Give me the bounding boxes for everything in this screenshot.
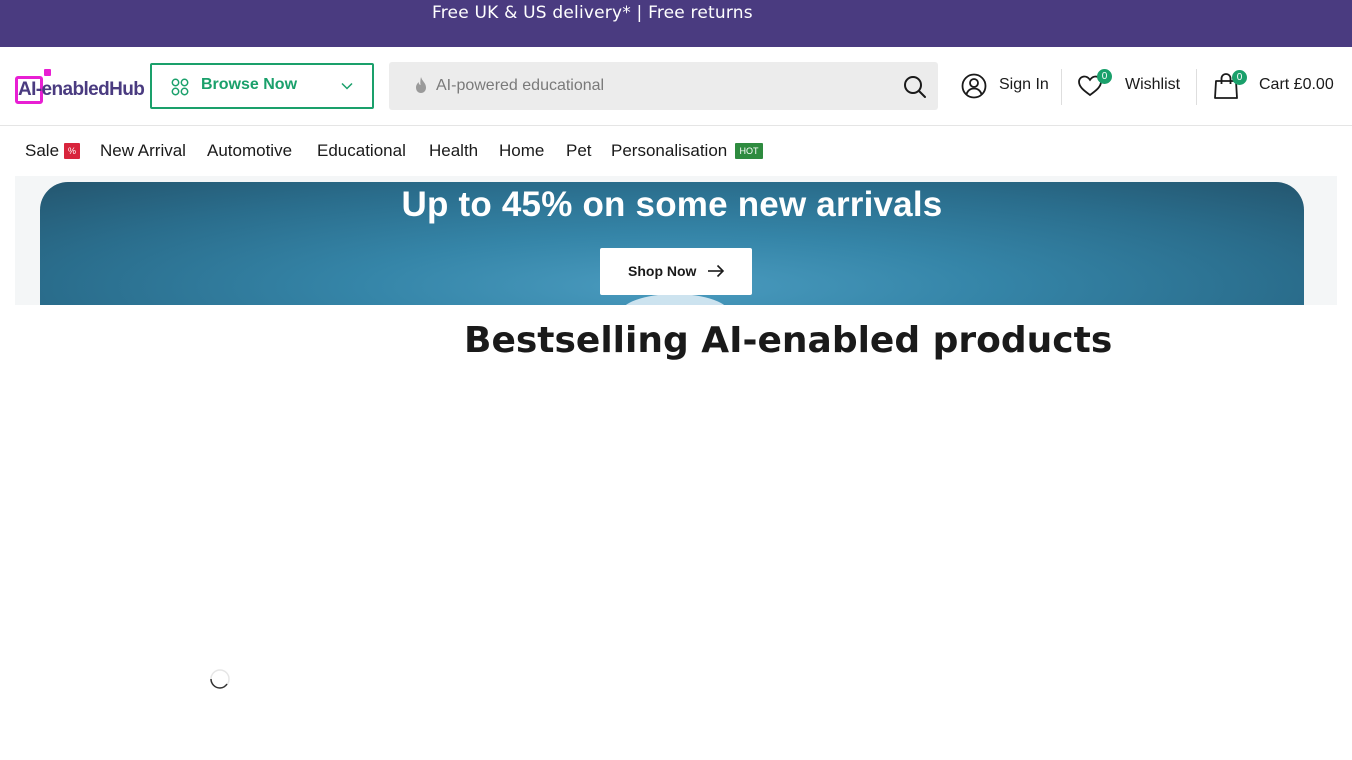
logo-text: AI-enabledHub [18,79,145,100]
wishlist-label: Wishlist [1125,76,1181,93]
cart-label: Cart £0.00 [1259,76,1334,93]
search-bar [389,62,938,110]
divider [1061,69,1062,105]
chevron-down-icon [341,82,353,90]
sign-in-label: Sign In [999,76,1049,93]
sale-tag: % [64,143,80,159]
nav-item-health[interactable]: Health [429,141,478,161]
nav-item-automotive[interactable]: Automotive [207,141,292,161]
nav-item-new-arrival[interactable]: New Arrival [100,141,186,161]
wishlist-count-badge: 0 [1097,69,1112,84]
loading-spinner-icon [210,669,230,689]
hero-banner: Up to 45% on some new arrivals Shop Now [40,182,1304,305]
search-icon[interactable] [902,74,928,100]
hero-product-glow [620,294,730,305]
nav-item-educational[interactable]: Educational [317,141,406,161]
nav-item-home[interactable]: Home [499,141,544,161]
hot-tag: HOT [735,143,763,159]
shop-now-label: Shop Now [628,263,697,279]
browse-label: Browse Now [201,76,298,93]
shop-now-button[interactable]: Shop Now [600,248,752,295]
hero-section: Up to 45% on some new arrivals Shop Now [15,176,1337,305]
arrow-right-icon [708,264,725,278]
logo[interactable]: AI-enabledHub [15,69,145,105]
nav-item-pet[interactable]: Pet [566,141,592,161]
browse-button[interactable]: Browse Now [150,63,374,109]
announcement-text: Free UK & US delivery* | Free returns [432,3,753,23]
search-input[interactable] [436,62,886,110]
category-nav: Sale % New Arrival Automotive Educationa… [0,126,1352,176]
flame-icon [416,77,426,93]
nav-item-personalisation[interactable]: Personalisation [611,141,727,161]
grid-icon [171,78,189,96]
hero-title: Up to 45% on some new arrivals [401,185,943,224]
section-title: Bestselling AI-enabled products [464,320,1113,361]
user-icon [961,73,987,99]
cart-count-badge: 0 [1232,70,1247,85]
announcement-bar: Free UK & US delivery* | Free returns [0,0,1352,47]
divider [1196,69,1197,105]
site-header: AI-enabledHub Browse Now Sign In [0,47,1352,126]
logo-dot [44,69,51,76]
nav-item-sale[interactable]: Sale [25,141,59,161]
